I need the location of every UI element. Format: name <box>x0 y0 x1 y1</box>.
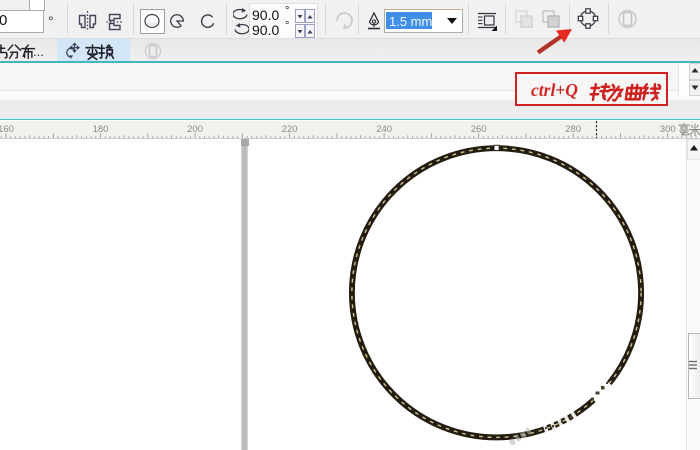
svg-text:180: 180 <box>93 124 109 135</box>
svg-text:160: 160 <box>0 124 14 135</box>
svg-text:200: 200 <box>187 124 203 135</box>
svg-text:220: 220 <box>282 124 298 135</box>
